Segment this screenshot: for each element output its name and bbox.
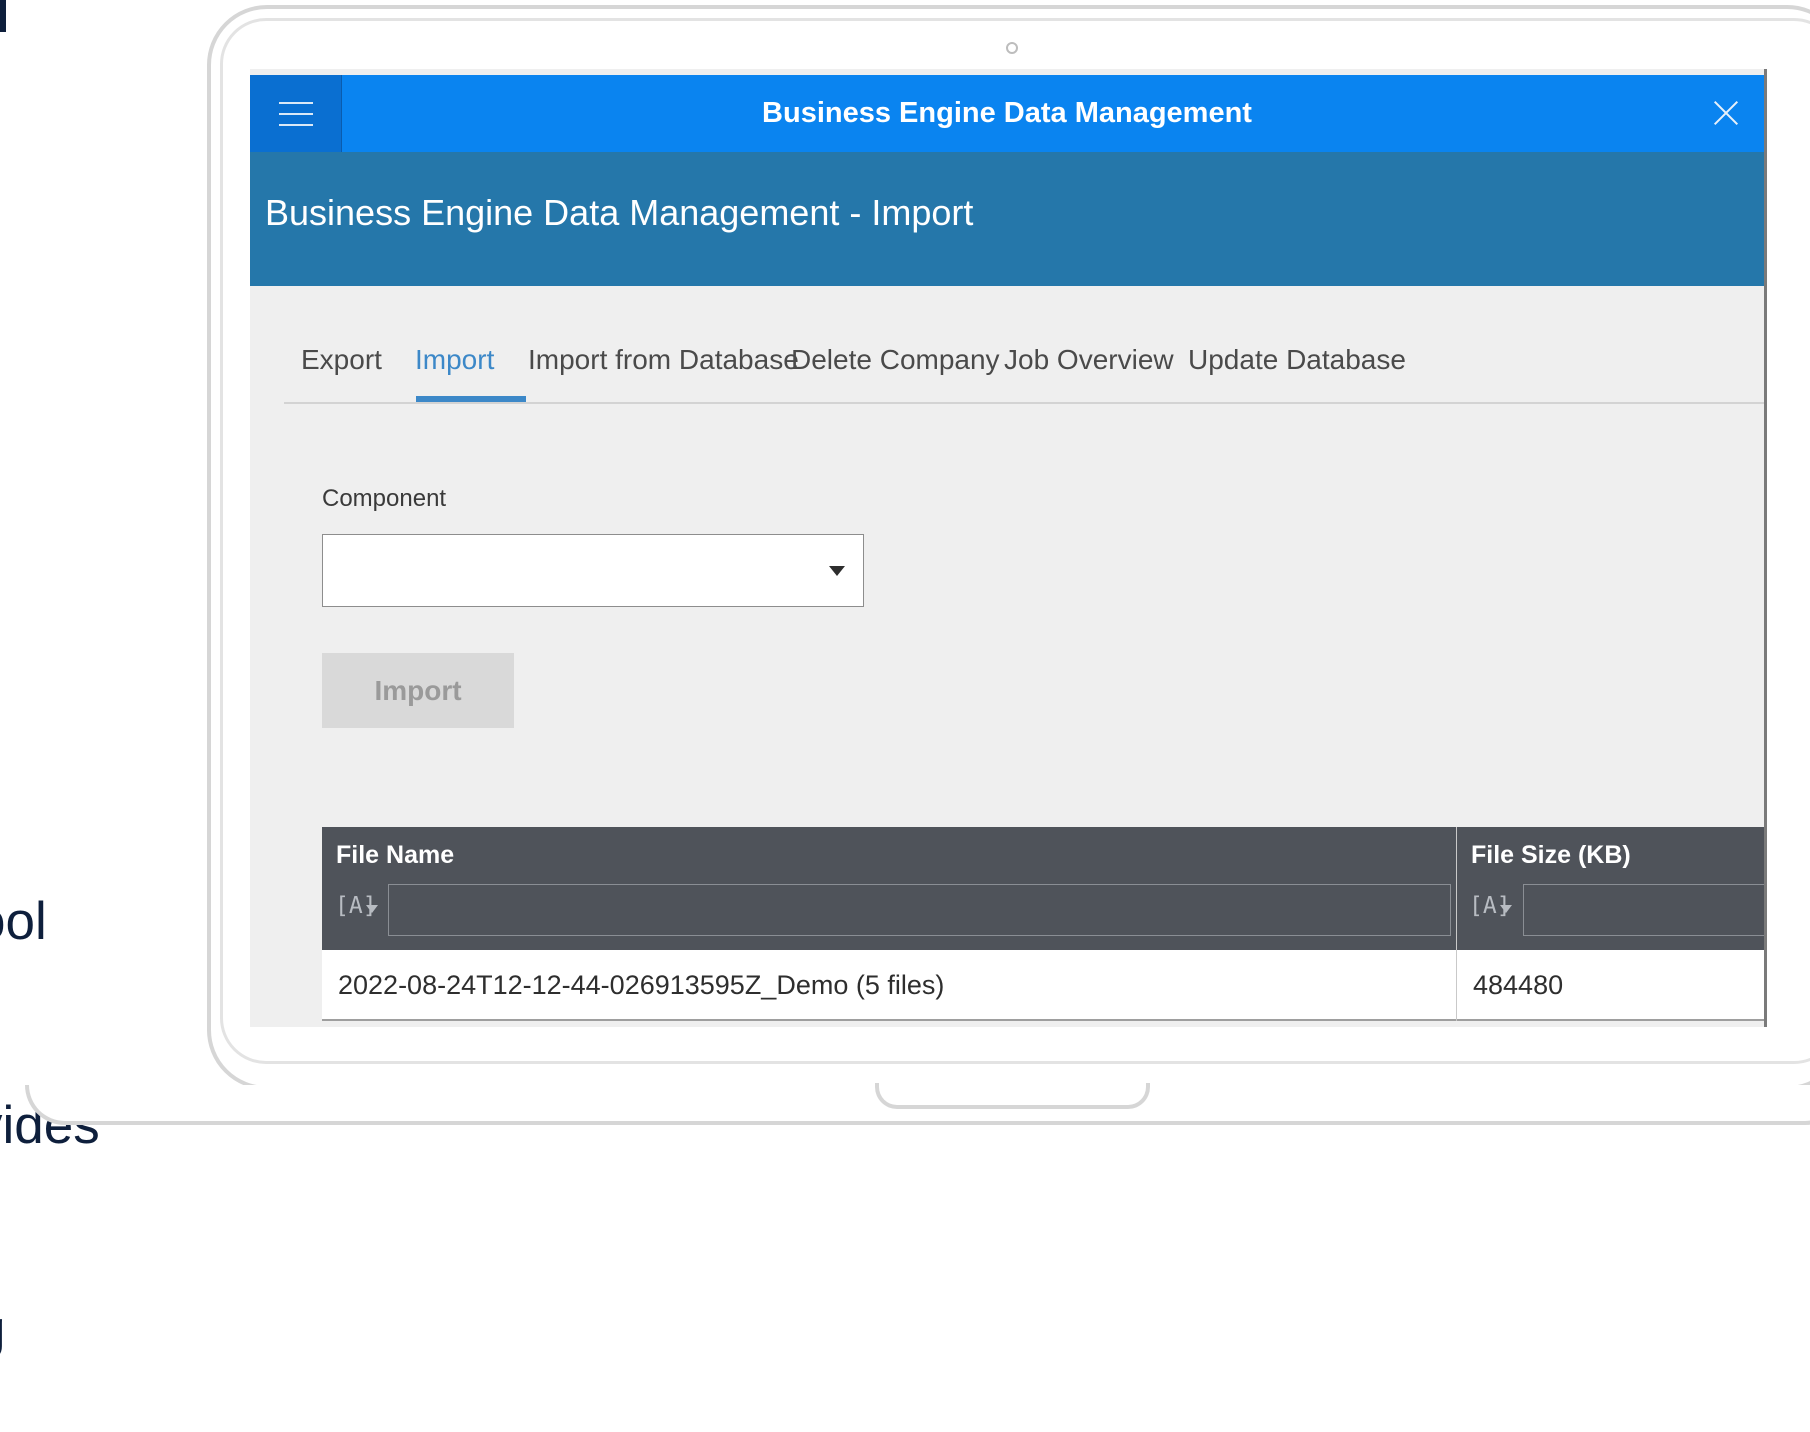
slide-accent-mark [0, 0, 6, 32]
component-select[interactable] [322, 534, 864, 607]
file-name-filter-input[interactable] [388, 884, 1451, 936]
column-divider [1456, 827, 1457, 1021]
table-row[interactable]: 2022-08-24T12-12-44-026913595Z_Demo (5 f… [322, 950, 1764, 1021]
tab-bar: Export Import Import from Database Delet… [284, 286, 1764, 404]
page-header: Business Engine Data Management - Import [250, 152, 1764, 286]
tab-job-overview[interactable]: Job Overview [1004, 344, 1174, 376]
chevron-down-icon [829, 566, 845, 576]
tab-delete-company[interactable]: Delete Company [791, 344, 1000, 376]
close-icon[interactable] [1706, 93, 1746, 133]
table-header: File Name [A] File Size (KB) [A] [322, 827, 1764, 950]
file-name-cell: 2022-08-24T12-12-44-026913595Z_Demo (5 f… [338, 970, 945, 1000]
file-size-cell: 484480 [1473, 970, 1564, 1000]
side-text-line: g [0, 1296, 100, 1364]
app-screen: Business Engine Data Management Business… [250, 69, 1767, 1027]
component-label: Component [322, 485, 447, 512]
column-header-file-name[interactable]: File Name [336, 841, 454, 870]
import-button[interactable]: Import [322, 653, 514, 728]
tab-import[interactable]: Import [415, 344, 494, 376]
tab-update-database[interactable]: Update Database [1188, 344, 1406, 376]
camera-icon [1006, 42, 1018, 54]
chevron-down-icon[interactable] [1500, 905, 1512, 913]
app-title: Business Engine Data Management [762, 97, 1252, 129]
tab-import-from-database[interactable]: Import from Database [528, 344, 799, 376]
laptop-notch [875, 1083, 1150, 1109]
chevron-down-icon[interactable] [366, 905, 378, 913]
active-tab-indicator [416, 396, 526, 402]
shell-bar: Business Engine Data Management [250, 75, 1764, 152]
file-size-filter-input[interactable] [1523, 884, 1764, 936]
menu-icon[interactable] [250, 75, 342, 152]
tab-export[interactable]: Export [301, 344, 382, 376]
side-text-line: ool [0, 892, 47, 951]
page-title: Business Engine Data Management - Import [265, 192, 974, 233]
column-header-file-size[interactable]: File Size (KB) [1471, 841, 1631, 870]
